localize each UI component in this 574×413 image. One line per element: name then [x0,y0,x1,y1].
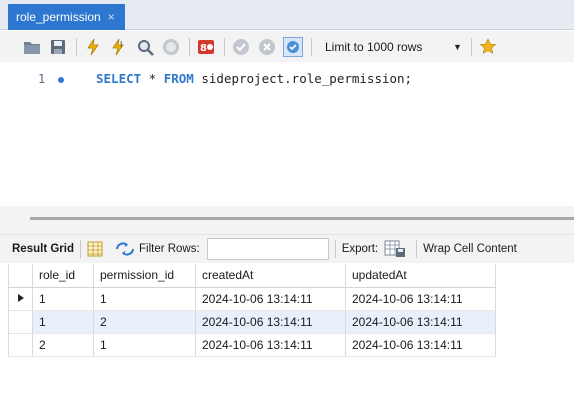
toggle-error-icon[interactable]: 8 [196,37,216,57]
splitter-handle[interactable] [30,217,574,220]
tab-title: role_permission [16,10,101,24]
save-icon[interactable] [48,37,68,57]
sql-editor-window: role_permission × I 8 Limit to 1000 rows… [0,0,574,413]
commit-icon[interactable] [231,37,251,57]
cell-role-id[interactable]: 1 [32,287,94,311]
sql-editor[interactable]: 1 SELECT * FROM sideproject.role_permiss… [0,62,574,206]
sql-toolbar: I 8 Limit to 1000 rows ▼ [0,31,574,62]
svg-text:8: 8 [200,43,207,54]
cell-updated-at[interactable]: 2024-10-06 13:14:11 [345,333,496,357]
tab-strip: role_permission × [0,0,574,30]
cell-role-id[interactable]: 1 [32,310,94,334]
filter-icon[interactable] [115,241,135,257]
keyword-from: FROM [163,71,194,86]
limit-rows-select[interactable]: Limit to 1000 rows ▼ [318,36,469,58]
line-number: 1 [38,72,46,86]
column-header-updated-at[interactable]: updatedAt [345,264,496,288]
chevron-down-icon: ▼ [453,41,462,52]
explain-icon[interactable] [135,37,155,57]
column-header-permission-id[interactable]: permission_id [93,264,196,288]
execute-icon[interactable] [83,37,103,57]
favorite-icon[interactable] [478,37,498,57]
keyword-select: SELECT [96,71,142,86]
toolbar-separator [76,37,77,56]
tab-role-permission[interactable]: role_permission × [8,4,125,30]
svg-text:I: I [120,40,122,49]
autocommit-icon[interactable] [283,36,303,57]
result-grid-tab[interactable]: Result Grid [12,243,74,255]
filter-rows-input[interactable] [206,238,329,260]
grid-header-row: role_id permission_id createdAt updatedA… [8,264,496,288]
cell-role-id[interactable]: 2 [32,333,94,357]
toolbar-separator [334,240,336,258]
table-row[interactable]: 1 2 2024-10-06 13:14:11 2024-10-06 13:14… [8,310,496,334]
cell-permission-id[interactable]: 1 [93,333,196,357]
pane-splitter[interactable] [0,206,574,234]
row-indicator [8,310,33,334]
toolbar-separator [189,37,190,56]
cell-updated-at[interactable]: 2024-10-06 13:14:11 [345,310,496,334]
current-row-arrow-icon [8,287,33,311]
table-row[interactable]: 1 1 2024-10-06 13:14:11 2024-10-06 13:14… [8,287,496,311]
toolbar-separator [416,240,418,258]
limit-rows-label: Limit to 1000 rows [325,39,423,54]
cell-permission-id[interactable]: 1 [93,287,196,311]
statement-marker-icon [58,77,64,83]
column-header-role-id[interactable]: role_id [32,264,94,288]
wrap-cell-content-label: Wrap Cell Content [423,243,517,255]
export-icon[interactable] [384,240,406,258]
sql-star: * [141,71,164,86]
row-indicator [8,333,33,357]
column-header-created-at[interactable]: createdAt [195,264,346,288]
toolbar-separator [470,37,472,56]
table-row[interactable]: 2 1 2024-10-06 13:14:11 2024-10-06 13:14… [8,333,496,357]
stop-icon[interactable] [161,37,181,57]
execute-current-icon[interactable]: I [109,37,129,57]
toolbar-separator [224,37,225,56]
close-icon[interactable]: × [108,10,115,24]
sql-table-ref: sideproject.role_permission; [193,71,413,86]
toolbar-separator [79,240,81,258]
toolbar-separator [311,37,312,56]
cell-created-at[interactable]: 2024-10-06 13:14:11 [195,310,346,334]
row-indicator-header [8,264,33,288]
sql-statement[interactable]: SELECT * FROM sideproject.role_permissio… [96,71,412,86]
rollback-icon[interactable] [257,37,277,57]
filter-rows-label: Filter Rows: [138,243,200,255]
cell-permission-id[interactable]: 2 [93,310,196,334]
cell-updated-at[interactable]: 2024-10-06 13:14:11 [345,287,496,311]
grid-view-icon[interactable] [87,241,103,257]
result-toolbar: Result Grid Filter Rows: Export: Wrap Ce… [0,234,574,263]
folder-icon[interactable] [22,37,42,57]
result-grid: role_id permission_id createdAt updatedA… [8,264,496,357]
export-label: Export: [341,243,379,255]
cell-created-at[interactable]: 2024-10-06 13:14:11 [195,333,346,357]
cell-created-at[interactable]: 2024-10-06 13:14:11 [195,287,346,311]
